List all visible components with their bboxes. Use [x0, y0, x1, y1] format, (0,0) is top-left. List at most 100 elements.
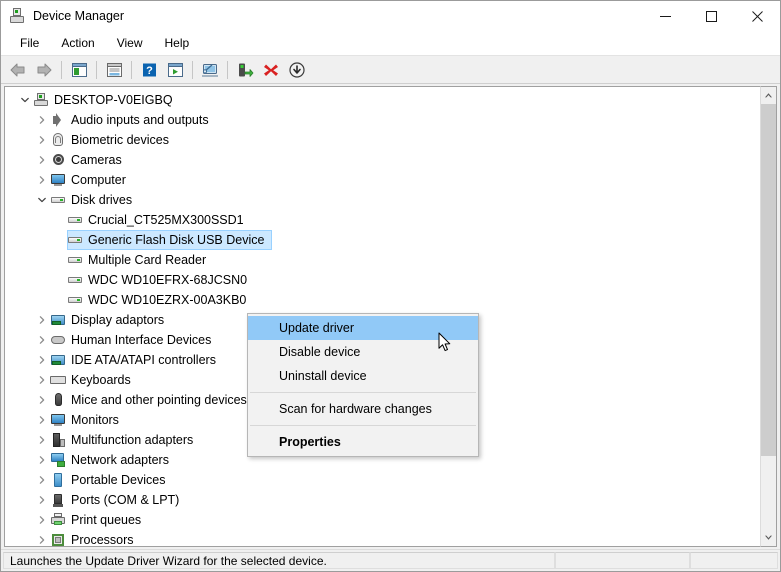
context-menu-separator — [250, 392, 476, 393]
tree-item-label: Cameras — [71, 153, 122, 167]
chevron-right-icon[interactable] — [34, 490, 50, 510]
tree-item-label: Generic Flash Disk USB Device — [88, 233, 265, 247]
tree-item-wdc-wd10ezrx-00a3kb0[interactable]: WDC WD10EZRX-00A3KB0 — [5, 290, 760, 310]
menu-bar: File Action View Help — [1, 31, 780, 55]
tree-item-processors[interactable]: Processors — [5, 530, 760, 547]
tree-item-generic-flash-disk-usb-device[interactable]: Generic Flash Disk USB Device — [5, 230, 760, 250]
tree-item-label: Processors — [71, 533, 134, 547]
chevron-down-icon[interactable] — [17, 90, 33, 110]
tree-item-label: Multifunction adapters — [71, 433, 194, 447]
chevron-right-icon[interactable] — [34, 450, 50, 470]
disk-icon — [67, 252, 83, 268]
tree-item-computer[interactable]: Computer — [5, 170, 760, 190]
chevron-right-icon[interactable] — [34, 110, 50, 130]
context-menu-item-scan-for-hardware-changes[interactable]: Scan for hardware changes — [248, 397, 478, 421]
tree-item-label: Portable Devices — [71, 473, 166, 487]
tree-item-label: WDC WD10EZRX-00A3KB0 — [88, 293, 247, 307]
back-icon[interactable] — [5, 58, 31, 82]
tree-item-audio-inputs-and-outputs[interactable]: Audio inputs and outputs — [5, 110, 760, 130]
tree-item-label: WDC WD10EFRX-68JCSN0 — [88, 273, 248, 287]
hid-icon — [50, 332, 66, 348]
chevron-right-icon[interactable] — [34, 130, 50, 150]
device-manager-icon — [9, 8, 25, 24]
client-area: DESKTOP-V0EIGBQ Audio inputs and outputs B… — [1, 84, 780, 549]
chevron-right-icon[interactable] — [34, 410, 50, 430]
chevron-down-icon[interactable] — [34, 190, 50, 210]
printer-icon — [50, 512, 66, 528]
tree-item-label: Display adaptors — [71, 313, 165, 327]
tree-item-crucial-ct525mx300ssd1[interactable]: Crucial_CT525MX300SSD1 — [5, 210, 760, 230]
chevron-right-icon[interactable] — [34, 370, 50, 390]
title-bar: Device Manager — [1, 1, 780, 31]
chevron-right-icon[interactable] — [34, 310, 50, 330]
disk-icon — [67, 272, 83, 288]
tree-item-ports-com-lpt[interactable]: Ports (COM & LPT) — [5, 490, 760, 510]
chevron-right-icon[interactable] — [34, 330, 50, 350]
tree-item-label: Audio inputs and outputs — [71, 113, 209, 127]
tree-item-biometric-devices[interactable]: Biometric devices — [5, 130, 760, 150]
status-panel-2 — [555, 552, 690, 569]
close-button[interactable] — [734, 1, 780, 31]
mouse-icon — [50, 392, 66, 408]
chevron-right-icon[interactable] — [34, 390, 50, 410]
chevron-right-icon[interactable] — [34, 510, 50, 530]
tree-item-multiple-card-reader[interactable]: Multiple Card Reader — [5, 250, 760, 270]
chevron-right-icon[interactable] — [34, 350, 50, 370]
svg-text:?: ? — [146, 65, 153, 77]
minimize-button[interactable] — [642, 1, 688, 31]
tree-item-cameras[interactable]: Cameras — [5, 150, 760, 170]
portable-device-icon — [50, 472, 66, 488]
toolbar-separator — [227, 60, 228, 79]
tree-item-wdc-wd10efrx-68jcsn0[interactable]: WDC WD10EFRX-68JCSN0 — [5, 270, 760, 290]
chevron-right-icon[interactable] — [34, 170, 50, 190]
chevron-right-icon[interactable] — [34, 530, 50, 546]
menu-view[interactable]: View — [106, 33, 154, 53]
scrollbar-track[interactable] — [761, 104, 776, 529]
forward-icon[interactable] — [31, 58, 57, 82]
ide-controller-icon — [50, 352, 66, 368]
update-driver-icon[interactable] — [232, 58, 258, 82]
tree-item-portable-devices[interactable]: Portable Devices — [5, 470, 760, 490]
scroll-down-icon[interactable] — [761, 529, 776, 546]
context-menu-item-disable-device[interactable]: Disable device — [248, 340, 478, 364]
tree-item-label: Disk drives — [71, 193, 133, 207]
disk-icon — [50, 192, 66, 208]
scroll-up-icon[interactable] — [761, 87, 776, 104]
disable-device-icon[interactable] — [284, 58, 310, 82]
scan-for-hardware-changes-icon[interactable] — [197, 58, 223, 82]
toolbar-separator — [131, 60, 132, 79]
speaker-icon — [50, 112, 66, 128]
tree-item-print-queues[interactable]: Print queues — [5, 510, 760, 530]
chevron-right-icon[interactable] — [34, 470, 50, 490]
chevron-right-icon[interactable] — [34, 430, 50, 450]
uninstall-device-icon[interactable] — [258, 58, 284, 82]
tree-item-disk-drives[interactable]: Disk drives — [5, 190, 760, 210]
context-menu[interactable]: Update driver Disable device Uninstall dev… — [247, 313, 479, 457]
scrollbar-thumb[interactable] — [761, 104, 776, 456]
context-menu-item-uninstall-device[interactable]: Uninstall device — [248, 364, 478, 388]
keyboard-icon — [50, 372, 66, 388]
status-bar: Launches the Update Driver Wizard for th… — [1, 549, 780, 571]
vertical-scrollbar[interactable] — [760, 86, 777, 547]
tree-item-label: Multiple Card Reader — [88, 253, 207, 267]
display-adapter-icon — [50, 312, 66, 328]
menu-file[interactable]: File — [9, 33, 50, 53]
toolbar-separator — [96, 60, 97, 79]
menu-action[interactable]: Action — [50, 33, 105, 53]
context-menu-item-properties[interactable]: Properties — [248, 430, 478, 454]
help-icon[interactable]: ? — [136, 58, 162, 82]
context-menu-item-update-driver[interactable]: Update driver — [248, 316, 478, 340]
disk-icon — [67, 212, 83, 228]
properties-icon[interactable] — [101, 58, 127, 82]
tree-item-label: Mice and other pointing devices — [71, 393, 247, 407]
chevron-right-icon[interactable] — [34, 150, 50, 170]
menu-help[interactable]: Help — [154, 33, 201, 53]
view-icon[interactable] — [162, 58, 188, 82]
maximize-button[interactable] — [688, 1, 734, 31]
show-hide-console-tree-icon[interactable] — [66, 58, 92, 82]
tree-item-root[interactable]: DESKTOP-V0EIGBQ — [5, 90, 760, 110]
